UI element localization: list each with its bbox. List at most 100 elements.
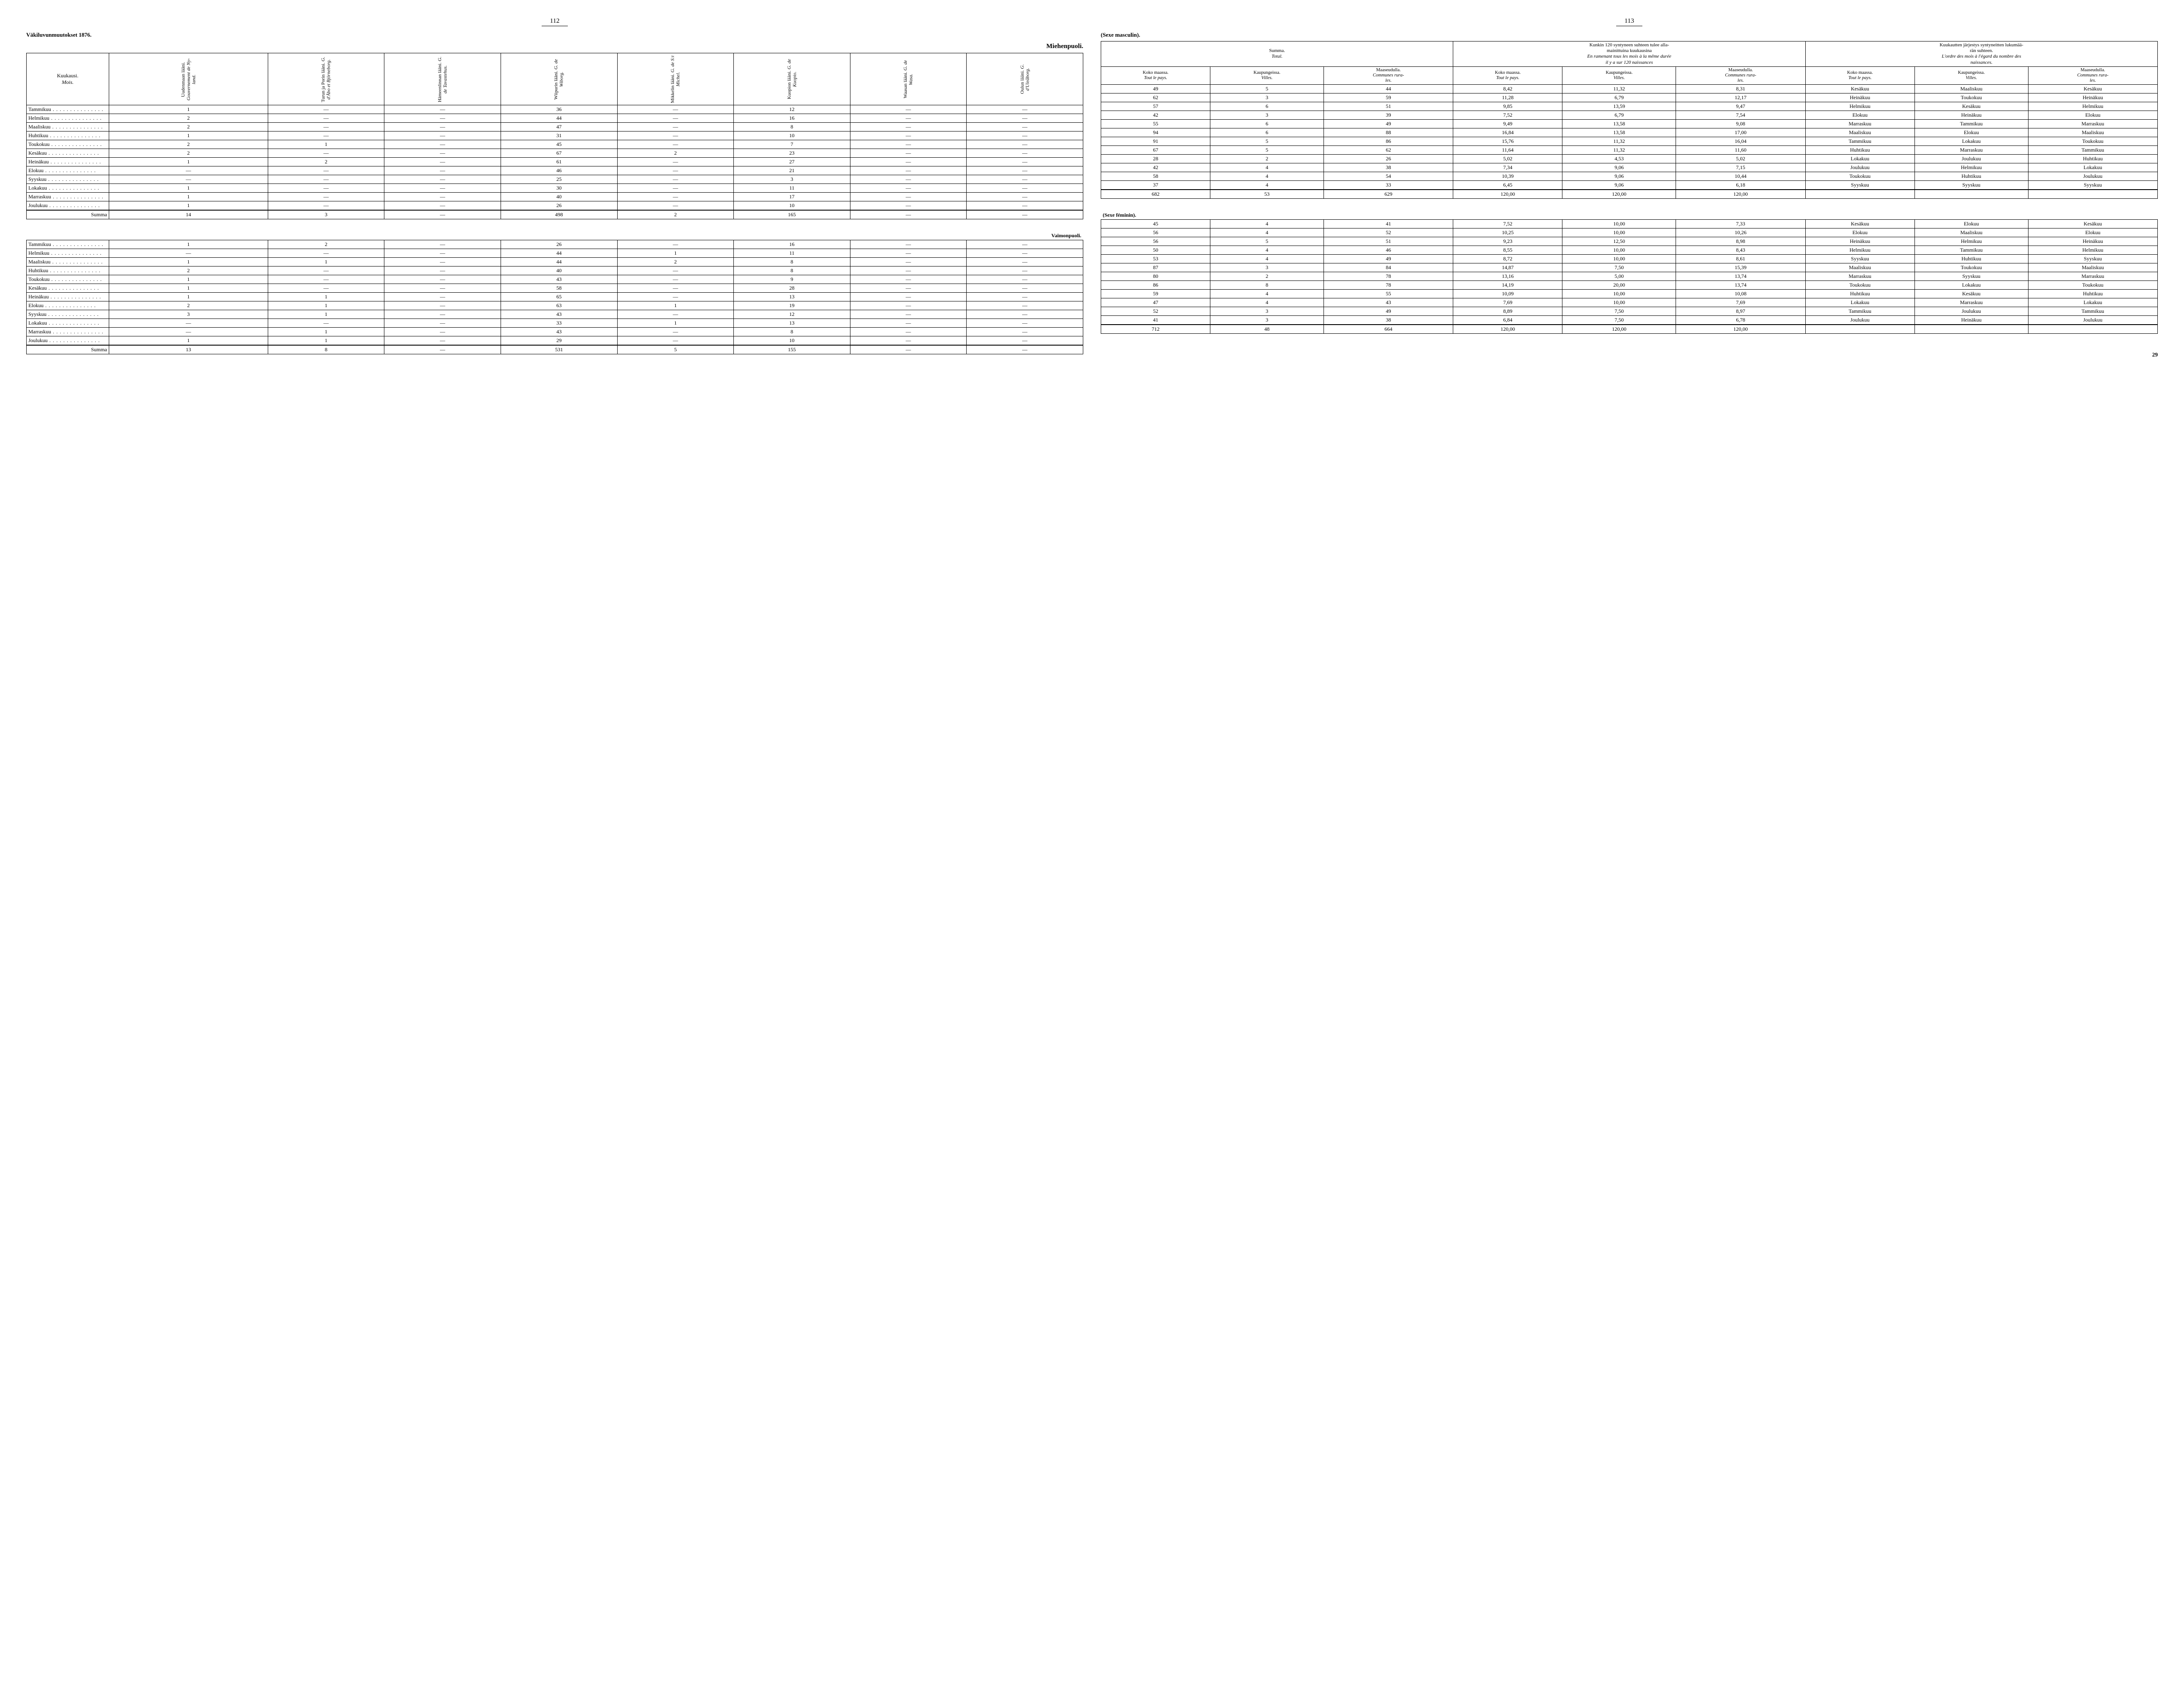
sum-cell: 120,00 (1676, 190, 1805, 199)
data-cell: Marraskuu (1914, 298, 2028, 307)
data-cell: — (967, 123, 1083, 132)
table-row: Maaliskuu2——47—8—— (27, 123, 1083, 132)
data-cell: 52 (1324, 228, 1453, 237)
data-cell: 11,32 (1562, 137, 1676, 145)
data-cell: Elokuu (1805, 111, 1914, 119)
sum-cell: 3 (268, 210, 384, 219)
table-row: 534498,7210,008,61SyyskuuHuhtikuuSyyskuu (1101, 254, 2158, 263)
data-cell: 42 (1101, 163, 1210, 172)
sum-cell: 120,00 (1453, 190, 1562, 199)
data-cell: 12,50 (1562, 237, 1676, 246)
data-cell: 55 (1324, 289, 1453, 298)
data-cell: 8,55 (1453, 246, 1562, 254)
table-row: Tammikuu12—26—16—— (27, 240, 1083, 249)
data-cell: — (384, 123, 501, 132)
right-table: Summa. Total. Kunkin 120 syntyneen suhte… (1101, 41, 2158, 334)
data-cell: 49 (1324, 254, 1453, 263)
sum-cell: 120,00 (1453, 325, 1562, 334)
table-row: 374336,459,066,18SyyskuuSyyskuuSyyskuu (1101, 180, 2158, 190)
data-cell: 20,00 (1562, 280, 1676, 289)
table-row: Kesäkuu2——67223—— (27, 149, 1083, 158)
data-cell: — (850, 158, 967, 166)
data-cell: — (268, 114, 384, 123)
data-cell: 7,69 (1676, 298, 1805, 307)
data-cell: Joulukuu (1805, 163, 1914, 172)
data-cell: 47 (501, 123, 617, 132)
sum-cell: — (850, 210, 967, 219)
data-cell: 5 (1210, 145, 1324, 154)
data-cell: 9 (734, 275, 850, 284)
table-row: Joulukuu1——26—10—— (27, 201, 1083, 211)
data-cell: — (268, 149, 384, 158)
data-cell: 15,39 (1676, 263, 1805, 272)
data-cell: — (384, 201, 501, 211)
month-label: Lokakuu (27, 319, 109, 328)
month-label: Toukokuu (27, 275, 109, 284)
data-cell: 8,98 (1676, 237, 1805, 246)
data-cell: — (617, 310, 734, 319)
data-cell: Joulukuu (2028, 315, 2157, 325)
sum-cell: 120,00 (1562, 190, 1676, 199)
data-cell: Elokuu (1914, 219, 2028, 228)
data-cell: — (967, 105, 1083, 114)
data-cell: 57 (1101, 102, 1210, 111)
data-cell: Huhtikuu (2028, 289, 2157, 298)
month-label: Elokuu (27, 166, 109, 175)
data-cell: — (384, 319, 501, 328)
data-cell: 51 (1324, 102, 1453, 111)
data-cell: Marraskuu (2028, 119, 2157, 128)
month-label: Heinäkuu (27, 158, 109, 166)
sub-head: Maaseudulla.Communes rura-les. (1676, 66, 1805, 84)
data-cell: — (109, 249, 268, 258)
month-label: Tammikuu (27, 240, 109, 249)
data-cell: Kesäkuu (2028, 84, 2157, 93)
data-cell: Helmikuu (1914, 163, 2028, 172)
table-row: 495448,4211,328,31KesäkuuMaaliskuuKesäku… (1101, 84, 2158, 93)
sum-cell: 155 (734, 345, 850, 354)
table-row: Maaliskuu11—4428—— (27, 258, 1083, 267)
data-cell: — (967, 319, 1083, 328)
data-cell: — (268, 175, 384, 184)
data-cell: 10,25 (1453, 228, 1562, 237)
data-cell: 12,17 (1676, 93, 1805, 102)
data-cell: 91 (1101, 137, 1210, 145)
data-cell: 16 (734, 240, 850, 249)
data-cell: Marraskuu (1805, 272, 1914, 280)
data-cell: — (967, 328, 1083, 336)
table-row: 556499,4913,589,08MarraskuuTammikuuMarra… (1101, 119, 2158, 128)
data-cell: 1 (268, 258, 384, 267)
data-cell: 59 (1101, 289, 1210, 298)
data-cell: — (384, 301, 501, 310)
data-cell: Heinäkuu (2028, 237, 2157, 246)
data-cell: 28 (1101, 154, 1210, 163)
data-cell: 10,44 (1676, 172, 1805, 180)
data-cell: 86 (1324, 137, 1453, 145)
data-cell: 46 (501, 166, 617, 175)
data-cell: 4 (1210, 219, 1324, 228)
data-cell: — (617, 140, 734, 149)
data-cell: 9,23 (1453, 237, 1562, 246)
data-cell: 15,76 (1453, 137, 1562, 145)
female-sum-row: Summa 13 8 — 531 5 155 — — (27, 345, 1083, 354)
data-cell: 8,43 (1676, 246, 1805, 254)
data-cell: — (384, 158, 501, 166)
data-cell: 6 (1210, 128, 1324, 137)
data-cell: Lokakuu (2028, 163, 2157, 172)
data-cell: 13,16 (1453, 272, 1562, 280)
data-cell: Tammikuu (1805, 307, 1914, 315)
data-cell: 33 (501, 319, 617, 328)
data-cell: Tammikuu (1805, 137, 1914, 145)
data-cell: Kesäkuu (1805, 84, 1914, 93)
data-cell: 4,53 (1562, 154, 1676, 163)
month-label: Huhtikuu (27, 267, 109, 275)
month-label: Tammikuu (27, 105, 109, 114)
data-cell: 41 (1324, 219, 1453, 228)
data-cell: 2 (1210, 154, 1324, 163)
data-cell: 26 (501, 201, 617, 211)
data-cell: 1 (109, 105, 268, 114)
data-cell: 8 (734, 267, 850, 275)
data-cell: — (967, 293, 1083, 301)
sum-cell: 8 (268, 345, 384, 354)
data-cell: 31 (501, 132, 617, 140)
data-cell: 9,08 (1676, 119, 1805, 128)
